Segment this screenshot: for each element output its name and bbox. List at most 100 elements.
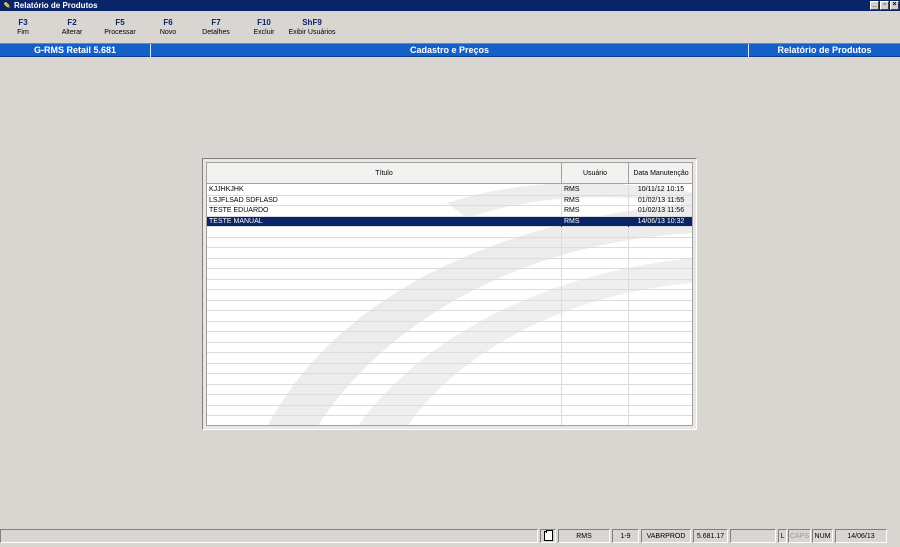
table-row[interactable]	[207, 353, 692, 364]
cell-usuario: RMS	[562, 185, 629, 195]
table-row[interactable]: TESTE MANUAL RMS 14/06/13 10:32	[207, 216, 692, 227]
cell-usuario: RMS	[562, 206, 629, 216]
cell-usuario	[562, 363, 629, 374]
table-row[interactable]	[207, 300, 692, 311]
cell-titulo	[207, 300, 562, 311]
cell-usuario: RMS	[562, 195, 629, 206]
table-row[interactable]	[207, 279, 692, 290]
app-icon: ✎	[3, 0, 11, 10]
report-grid[interactable]: Título Usuário Data Manutenção KJJHKJHK R…	[206, 162, 693, 426]
cell-data: 10/11/12 10:15	[629, 185, 692, 195]
table-row[interactable]	[207, 384, 692, 395]
cell-data	[629, 259, 692, 269]
status-empty	[730, 529, 776, 543]
cell-usuario	[562, 237, 629, 248]
status-clipboard[interactable]	[540, 529, 556, 543]
table-row[interactable]	[207, 269, 692, 280]
cell-usuario	[562, 374, 629, 384]
column-header-data[interactable]: Data Manutenção	[629, 163, 692, 184]
status-program: VABRPROD	[641, 529, 691, 543]
clipboard-icon	[543, 530, 553, 541]
cell-usuario	[562, 332, 629, 342]
window-controls: _ ▫ ×	[870, 1, 899, 10]
cell-data	[629, 322, 692, 332]
table-row[interactable]	[207, 237, 692, 248]
window-title: Relatório de Produtos	[14, 1, 98, 10]
cell-titulo	[207, 237, 562, 248]
cell-data: 14/06/13 10:32	[629, 217, 692, 227]
table-row[interactable]	[207, 416, 692, 425]
cell-titulo	[207, 279, 562, 290]
cell-data	[629, 248, 692, 258]
status-num: NUM	[812, 529, 833, 543]
cell-titulo	[207, 321, 562, 332]
window-titlebar: ✎ Relatório de Produtos _ ▫ ×	[0, 0, 900, 11]
screen-name: Relatório de Produtos	[777, 45, 872, 55]
cell-data: 01/02/13 11:56	[629, 206, 692, 216]
status-version: 5.681.17	[693, 529, 728, 543]
cell-titulo	[207, 332, 562, 342]
status-l-flag: L	[778, 529, 787, 543]
cell-data	[629, 269, 692, 279]
cell-usuario	[562, 321, 629, 332]
table-row[interactable]	[207, 258, 692, 269]
table-row[interactable]	[207, 363, 692, 374]
cell-usuario	[562, 300, 629, 311]
table-row[interactable]	[207, 374, 692, 385]
cell-titulo	[207, 405, 562, 416]
cell-usuario: RMS	[562, 216, 629, 227]
grid-header: Título Usuário Data Manutenção	[207, 163, 692, 184]
cell-usuario	[562, 384, 629, 395]
system-name: G-RMS Retail 5.681	[0, 44, 151, 57]
cell-titulo	[207, 269, 562, 279]
cell-usuario	[562, 248, 629, 258]
status-user: RMS	[558, 529, 610, 543]
cell-usuario	[562, 279, 629, 290]
cell-usuario	[562, 311, 629, 321]
cell-titulo	[207, 384, 562, 395]
table-row[interactable]: LSJFLSAD SDFLASD RMS 01/02/13 11:55	[207, 195, 692, 206]
table-row[interactable]: TESTE EDUARDO RMS 01/02/13 11:56	[207, 206, 692, 217]
cell-data: 01/02/13 11:55	[629, 196, 692, 206]
cell-data	[629, 353, 692, 363]
cell-usuario	[562, 258, 629, 269]
table-row[interactable]	[207, 405, 692, 416]
toolbar-button-exibir-usuarios[interactable]: ShF9 Exibir Usuários	[282, 18, 342, 38]
table-row[interactable]	[207, 248, 692, 259]
cell-usuario	[562, 395, 629, 405]
cell-data	[629, 301, 692, 311]
cell-data	[629, 332, 692, 342]
table-row[interactable]	[207, 290, 692, 301]
close-icon[interactable]: ×	[890, 1, 899, 10]
cell-usuario	[562, 353, 629, 363]
cell-usuario	[562, 416, 629, 425]
table-row[interactable]	[207, 227, 692, 238]
cell-data	[629, 290, 692, 300]
table-row[interactable]	[207, 332, 692, 343]
table-row[interactable]	[207, 395, 692, 406]
cell-usuario	[562, 227, 629, 237]
cell-titulo	[207, 363, 562, 374]
restore-icon[interactable]: ▫	[880, 1, 889, 10]
table-row[interactable]	[207, 321, 692, 332]
status-date: 14/06/13	[835, 529, 887, 543]
table-row[interactable]: KJJHKJHK RMS 10/11/12 10:15	[207, 185, 692, 196]
cell-data	[629, 385, 692, 395]
toolbar-label: Exibir Usuários	[288, 29, 336, 36]
column-header-titulo[interactable]: Título	[207, 163, 562, 184]
cell-usuario	[562, 269, 629, 279]
cell-data	[629, 395, 692, 405]
function-key-toolbar: F3 Fim F2 Alterar F5 Processar F6 Novo F…	[0, 12, 900, 42]
column-header-usuario[interactable]: Usuário	[562, 163, 629, 184]
cell-titulo: TESTE EDUARDO	[207, 206, 562, 216]
cell-data	[629, 280, 692, 290]
cell-titulo	[207, 416, 562, 425]
table-row[interactable]	[207, 342, 692, 353]
status-caps: CAPS	[788, 529, 811, 543]
cell-data	[629, 311, 692, 321]
cell-titulo	[207, 290, 562, 300]
minimize-icon[interactable]: _	[870, 1, 879, 10]
cell-titulo	[207, 227, 562, 237]
header-bar: G-RMS Retail 5.681 Cadastro e Preços Rel…	[0, 43, 900, 57]
table-row[interactable]	[207, 311, 692, 322]
